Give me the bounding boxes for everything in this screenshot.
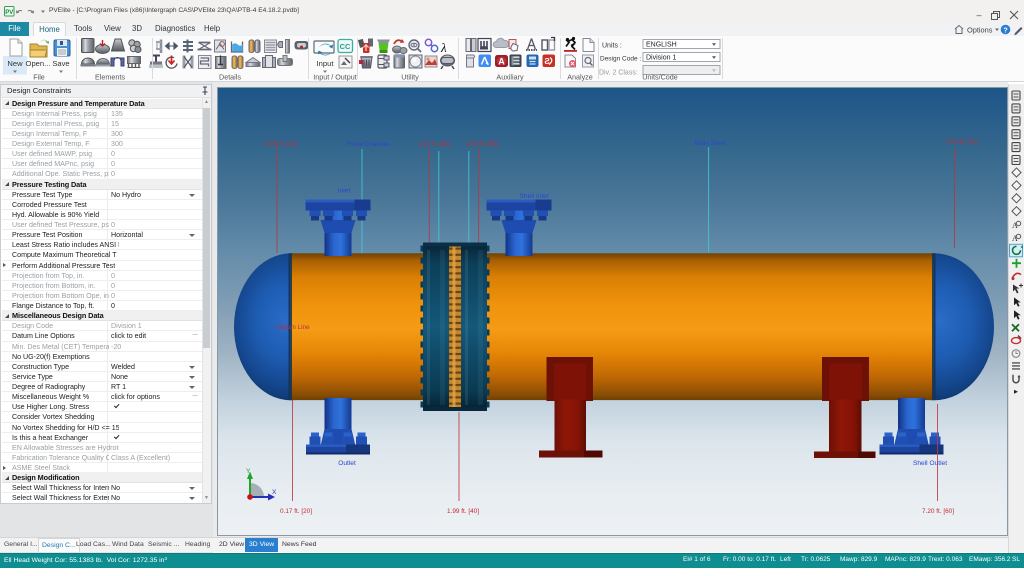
svg-text:Division 1: Division 1 (646, 55, 676, 62)
svg-text:Shell Inlet: Shell Inlet (520, 193, 549, 200)
svg-text:Design Code :: Design Code : (600, 56, 641, 63)
svg-text:7.20 ft. [60]: 7.20 ft. [60] (922, 508, 954, 515)
svg-text:File: File (33, 73, 45, 82)
svg-text:Y: Y (246, 468, 251, 475)
svg-text:Outlet: Outlet (338, 460, 356, 467)
svg-text:Details: Details (219, 73, 241, 82)
svg-text:Input / Output: Input / Output (313, 73, 357, 82)
svg-text:?: ? (1003, 25, 1008, 34)
svg-text:1.99 ft. [40]: 1.99 ft. [40] (447, 508, 479, 515)
svg-text:Save: Save (52, 59, 69, 68)
svg-text:λ: λ (440, 40, 447, 55)
svg-text:A: A (498, 56, 505, 66)
svg-text:Units/Code: Units/Code (642, 73, 678, 82)
svg-text:Front Channel: Front Channel (347, 141, 389, 148)
svg-text:Auxiliary: Auxiliary (496, 73, 524, 82)
svg-text:2.05 ft. [50]: 2.05 ft. [50] (466, 141, 498, 148)
svg-text:Options: Options (967, 26, 993, 35)
svg-text:Main Shell: Main Shell (695, 140, 726, 147)
svg-text:ENGLISH: ENGLISH (646, 42, 677, 49)
svg-text:Datum Line: Datum Line (277, 324, 310, 331)
svg-text:Units :: Units : (602, 43, 622, 50)
svg-text:Analyze: Analyze (567, 73, 593, 82)
svg-text:PV: PV (5, 10, 13, 16)
svg-text:Div. 2 Class:: Div. 2 Class: (599, 70, 638, 77)
svg-text:1.97 ft. [30]: 1.97 ft. [30] (418, 141, 450, 148)
svg-text:Shell Outlet: Shell Outlet (913, 460, 947, 467)
svg-text:Inlet: Inlet (338, 188, 351, 195)
svg-text:Input: Input (317, 59, 335, 68)
svg-text:Open...: Open... (26, 59, 51, 68)
svg-text:CC: CC (340, 42, 351, 51)
svg-text:0.17 ft. [20]: 0.17 ft. [20] (280, 508, 312, 515)
svg-text:7.03 ft. [70]: 7.03 ft. [70] (945, 139, 977, 146)
svg-text:Utility: Utility (401, 73, 419, 82)
svg-text:Elements: Elements (95, 73, 125, 82)
svg-text:0.06 ft. [10]: 0.06 ft. [10] (265, 141, 297, 148)
svg-text:New: New (7, 59, 23, 68)
svg-text:X: X (272, 489, 277, 496)
